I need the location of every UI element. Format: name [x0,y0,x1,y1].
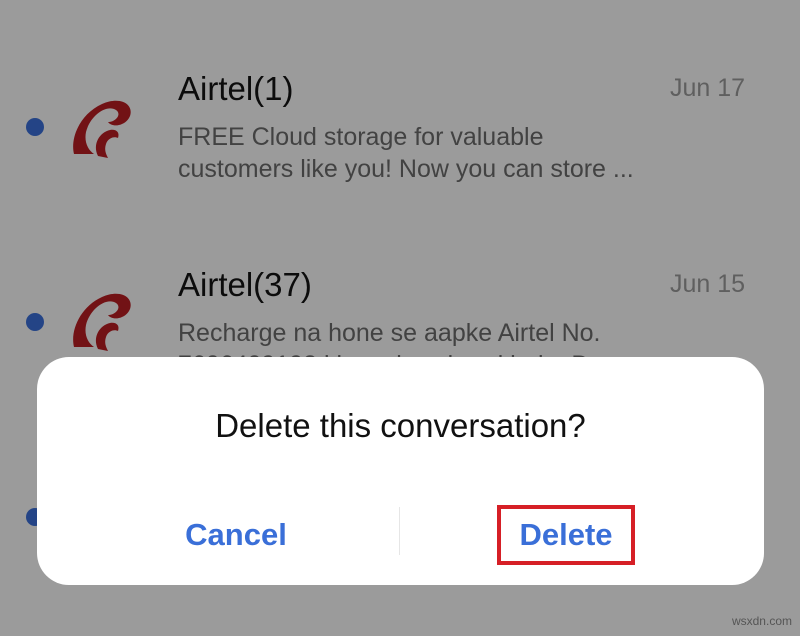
button-divider [399,507,400,555]
delete-confirmation-dialog: Delete this conversation? Cancel Delete [37,357,764,585]
cancel-button[interactable]: Cancel [181,512,291,558]
delete-button[interactable]: Delete [497,505,635,565]
watermark: wsxdn.com [731,614,792,628]
dialog-title: Delete this conversation? [215,407,586,444]
